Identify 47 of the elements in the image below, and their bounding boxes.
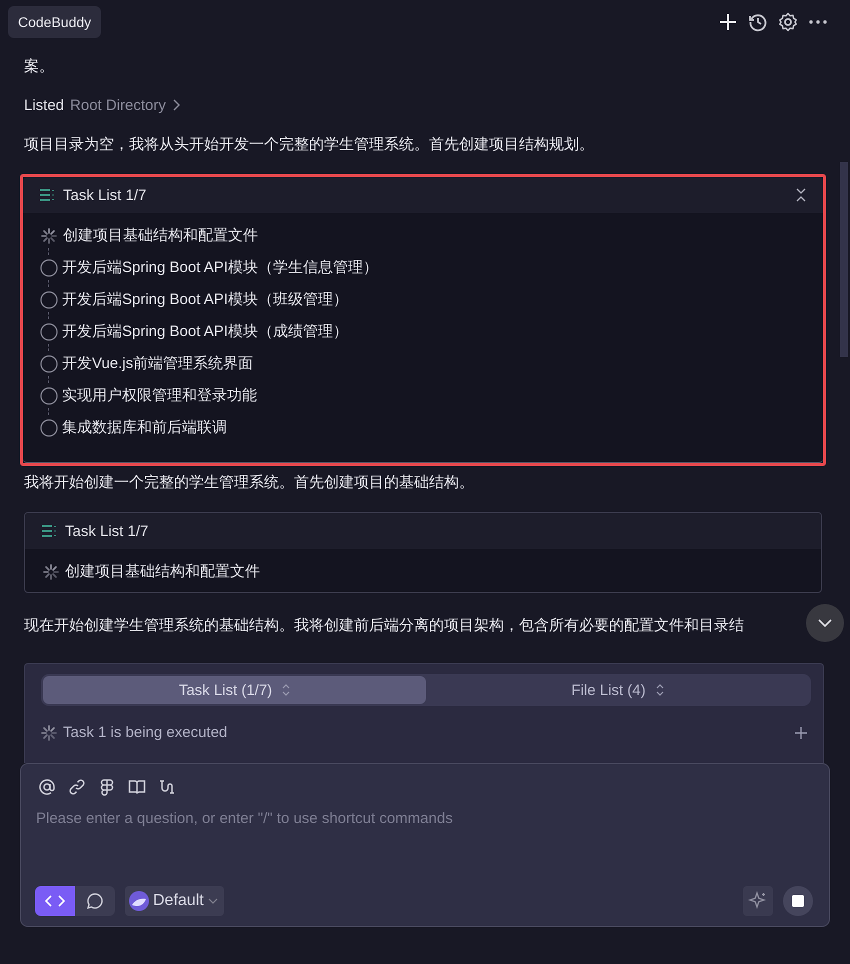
message-text: 现在开始创建学生管理系统的基础结构。我将创建前后端分离的项目架构，包含所有必要的配置文件和目录结 bbox=[24, 616, 745, 636]
at-sign-icon[interactable] bbox=[38, 778, 56, 796]
scroll-down-button[interactable] bbox=[806, 604, 844, 642]
message-text: 我将开始创建一个完整的学生管理系统。首先创建项目的基础结构。 bbox=[24, 473, 475, 493]
task-list-title: Task List 1/7 bbox=[63, 186, 146, 204]
app-title: CodeBuddy bbox=[8, 6, 102, 38]
settings-icon[interactable] bbox=[778, 12, 798, 32]
task-item: 开发Vue.js前端管理系统界面 bbox=[62, 354, 254, 373]
code-mode-button[interactable] bbox=[35, 886, 75, 916]
stop-icon bbox=[792, 895, 804, 907]
history-icon[interactable] bbox=[748, 12, 768, 32]
book-icon[interactable] bbox=[128, 778, 146, 796]
task-item: 开发后端Spring Boot API模块（学生信息管理） bbox=[62, 258, 378, 277]
collapse-icon[interactable] bbox=[795, 188, 807, 202]
message-text: 案。 bbox=[24, 57, 54, 77]
chevron-down-icon bbox=[818, 619, 832, 627]
list-icon bbox=[41, 524, 57, 538]
stop-button[interactable] bbox=[783, 886, 813, 916]
tab[interactable]: Task List (1/7) bbox=[43, 676, 426, 704]
link-icon[interactable] bbox=[68, 778, 86, 796]
list-icon bbox=[39, 188, 55, 202]
chevron-right-icon[interactable] bbox=[172, 99, 180, 111]
task-item: 开发后端Spring Boot API模块（成绩管理） bbox=[62, 322, 348, 341]
task-item: 创建项目基础结构和配置文件 bbox=[65, 562, 260, 581]
task-item: 集成数据库和前后端联调 bbox=[62, 418, 227, 437]
code-icon bbox=[45, 894, 65, 908]
status-text: Task 1 is being executed bbox=[63, 724, 228, 741]
spinner-icon bbox=[41, 724, 57, 740]
sort-icon bbox=[656, 683, 664, 697]
task-item: 实现用户权限管理和登录功能 bbox=[62, 386, 257, 405]
sort-icon bbox=[282, 683, 290, 697]
task-item: 开发后端Spring Boot API模块（班级管理） bbox=[62, 290, 348, 309]
avatar-icon bbox=[129, 891, 149, 911]
prompt-field[interactable]: Please enter a question, or enter "/" to use shortcut commands bbox=[35, 810, 816, 827]
workflow-icon[interactable] bbox=[158, 778, 176, 796]
task-item: 创建项目基础结构和配置文件 bbox=[63, 226, 258, 245]
enhance-button[interactable] bbox=[743, 886, 773, 916]
chat-bubble-icon bbox=[86, 892, 104, 910]
action-label: Listed bbox=[24, 96, 64, 114]
model-dropdown[interactable]: Default bbox=[125, 886, 224, 916]
directory-link[interactable]: Root Directory bbox=[70, 96, 166, 114]
tab[interactable]: File List (4) bbox=[426, 676, 809, 704]
sparkle-icon bbox=[748, 891, 768, 911]
scrollbar-thumb[interactable] bbox=[840, 162, 848, 357]
caret-icon bbox=[208, 898, 218, 904]
task-list-title: Task List 1/7 bbox=[65, 522, 148, 540]
message-text: 项目目录为空，我将从头开始开发一个完整的学生管理系统。首先创建项目结构规划。 bbox=[24, 135, 595, 155]
